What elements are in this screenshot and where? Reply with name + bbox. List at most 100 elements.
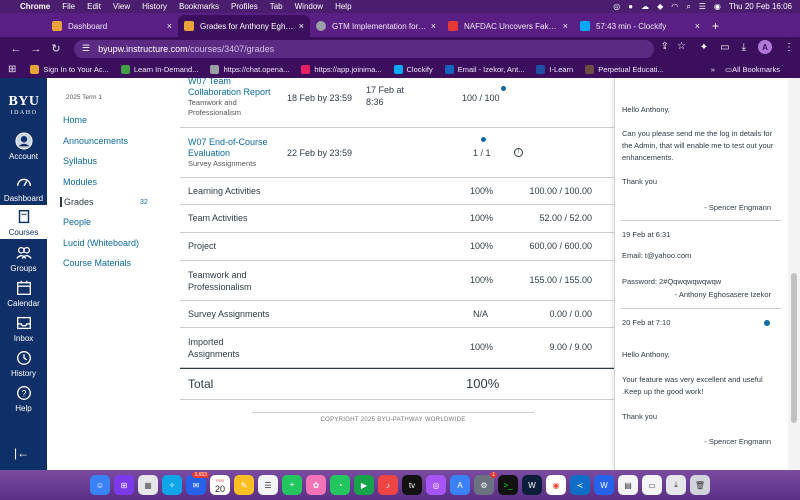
safari-icon[interactable]: ✧ bbox=[162, 475, 182, 495]
tab-clockify[interactable]: 57:43 min - Clockify × bbox=[574, 15, 706, 37]
nav-history[interactable]: History bbox=[0, 349, 47, 378]
close-icon[interactable]: × bbox=[563, 21, 568, 31]
trash-icon[interactable]: 🗑 bbox=[690, 475, 710, 495]
bookmark-i-learn[interactable]: I-Learn bbox=[536, 64, 573, 74]
nav-help[interactable]: ? Help bbox=[0, 384, 47, 413]
maps-icon[interactable]: ⌖ bbox=[282, 475, 302, 495]
menu-bookmarks[interactable]: Bookmarks bbox=[179, 2, 219, 11]
nav-calendar[interactable]: Calendar bbox=[0, 279, 47, 308]
bookmark-email[interactable]: Email - Izekor, Ant... bbox=[444, 64, 524, 74]
downloads-icon[interactable]: ⤓ bbox=[742, 42, 746, 53]
menu-profiles[interactable]: Profiles bbox=[231, 2, 258, 11]
info-icon[interactable]: ! bbox=[514, 148, 523, 157]
bookmark-chat-openai[interactable]: https://chat.opena... bbox=[210, 64, 289, 74]
bookmark-sign-in[interactable]: Sign In to Your Ac... bbox=[30, 64, 109, 74]
profile-avatar[interactable]: A bbox=[758, 40, 772, 54]
copilot-icon[interactable]: ◎ bbox=[613, 2, 620, 11]
course-nav-modules[interactable]: Modules bbox=[63, 177, 97, 187]
wordpress-icon[interactable]: W bbox=[522, 475, 542, 495]
tab-gtm-implementation[interactable]: GTM Implementation for Reso × bbox=[310, 15, 442, 37]
bookmark-star-icon[interactable]: ☆ bbox=[677, 41, 686, 52]
menu-extras-icon[interactable]: ◆ bbox=[657, 2, 663, 11]
notification-icon[interactable]: ● bbox=[628, 2, 633, 11]
bookmark-learn[interactable]: Learn In-Demand... bbox=[120, 64, 198, 74]
nav-account[interactable]: Account bbox=[0, 132, 47, 161]
close-icon[interactable]: × bbox=[299, 21, 304, 31]
unread-comment-indicator[interactable] bbox=[481, 137, 486, 142]
menu-help[interactable]: Help bbox=[335, 2, 351, 11]
preview-icon[interactable]: ▤ bbox=[618, 475, 638, 495]
folder-icon[interactable]: ▭ bbox=[642, 475, 662, 495]
reminders-icon[interactable]: ☰ bbox=[258, 475, 278, 495]
chrome-icon[interactable]: ◉ bbox=[546, 475, 566, 495]
course-nav-grades[interactable]: Grades bbox=[60, 197, 94, 207]
vscode-icon[interactable]: ≺ bbox=[570, 475, 590, 495]
course-nav-home[interactable]: Home bbox=[63, 115, 87, 125]
back-icon[interactable]: ← bbox=[6, 43, 26, 55]
assignment-link[interactable]: W07 End-of-Course Evaluation bbox=[188, 137, 276, 159]
scrollbar-thumb[interactable] bbox=[791, 273, 797, 423]
finder-icon[interactable]: ☺ bbox=[90, 475, 110, 495]
siri-icon[interactable]: ◉ bbox=[714, 2, 721, 11]
menu-history[interactable]: History bbox=[142, 2, 167, 11]
bookmark-joinimagine[interactable]: https://app.joinima... bbox=[301, 64, 382, 74]
course-nav-announcements[interactable]: Announcements bbox=[63, 136, 128, 146]
close-icon[interactable]: × bbox=[695, 21, 700, 31]
nav-dashboard[interactable]: Dashboard bbox=[0, 174, 47, 203]
apple-tv-icon[interactable]: tv bbox=[402, 475, 422, 495]
forward-icon[interactable]: → bbox=[26, 43, 46, 55]
address-bar[interactable]: ☰ byupw.instructure.com/courses/3407/gra… bbox=[74, 39, 654, 58]
reload-icon[interactable]: ↻ bbox=[46, 42, 66, 55]
course-nav-people[interactable]: People bbox=[63, 217, 91, 227]
calendar-app-icon[interactable]: FEB 20 bbox=[210, 475, 230, 495]
launchpad-icon[interactable]: ⊞ bbox=[114, 475, 134, 495]
close-icon[interactable]: × bbox=[431, 21, 436, 31]
tab-dashboard[interactable]: Dashboard × bbox=[46, 15, 178, 37]
word-icon[interactable]: W bbox=[594, 475, 614, 495]
menu-edit[interactable]: Edit bbox=[87, 2, 101, 11]
menu-window[interactable]: Window bbox=[295, 2, 323, 11]
close-icon[interactable]: × bbox=[167, 21, 172, 31]
collapse-nav-icon[interactable]: |← bbox=[14, 446, 29, 460]
extensions-icon[interactable]: ✦ bbox=[700, 42, 708, 53]
course-nav-syllabus[interactable]: Syllabus bbox=[63, 156, 97, 166]
site-info-icon[interactable]: ☰ bbox=[82, 43, 90, 54]
control-center-icon[interactable]: ☰ bbox=[699, 2, 706, 11]
course-nav-lucid[interactable]: Lucid (Whiteboard) bbox=[63, 238, 139, 248]
tab-grades[interactable]: Grades for Anthony Eghosasere × bbox=[178, 15, 310, 37]
unread-comment-indicator[interactable] bbox=[764, 320, 770, 326]
bookmark-perpetual[interactable]: Perpetual Educati... bbox=[585, 64, 664, 74]
system-settings-icon[interactable]: ⚙ 1 bbox=[474, 472, 497, 495]
nav-groups[interactable]: Groups bbox=[0, 244, 47, 273]
byu-idaho-logo[interactable]: BYU IDAHO bbox=[6, 94, 42, 116]
menu-view[interactable]: View bbox=[113, 2, 130, 11]
menubar-clock[interactable]: Thu 20 Feb 16:06 bbox=[729, 2, 792, 11]
podcasts-icon[interactable]: ◎ bbox=[426, 475, 446, 495]
chevron-right-icon[interactable]: » bbox=[711, 65, 715, 74]
photos-icon[interactable]: ✿ bbox=[306, 475, 326, 495]
downloads-folder-icon[interactable]: ⤓ bbox=[666, 475, 686, 495]
nav-inbox[interactable]: Inbox bbox=[0, 314, 47, 343]
page-scrollbar[interactable] bbox=[788, 78, 800, 470]
search-icon[interactable]: ⌕ bbox=[686, 2, 690, 12]
mail-icon[interactable]: ✉ 3,653 bbox=[186, 472, 209, 495]
unread-comment-indicator[interactable] bbox=[501, 86, 506, 91]
all-bookmarks-button[interactable]: ▭ All Bookmarks bbox=[725, 65, 780, 74]
menu-tab[interactable]: Tab bbox=[270, 2, 283, 11]
assignment-link[interactable]: W07 Team Collaboration Report bbox=[188, 78, 276, 98]
facetime-icon[interactable]: ▶ bbox=[354, 475, 374, 495]
messages-icon[interactable]: ◔ bbox=[330, 475, 350, 495]
menu-file[interactable]: File bbox=[62, 2, 75, 11]
nav-courses[interactable]: Courses bbox=[0, 205, 47, 239]
apps-grid-icon[interactable]: ⊞ bbox=[8, 64, 16, 75]
cloud-icon[interactable]: ☁ bbox=[641, 2, 649, 11]
more-menu-icon[interactable]: ⋮ bbox=[784, 42, 794, 53]
course-nav-course-materials[interactable]: Course Materials bbox=[63, 258, 131, 268]
menu-app-name[interactable]: Chrome bbox=[20, 2, 50, 11]
wifi-icon[interactable]: ◠ bbox=[671, 2, 678, 11]
bookmark-clockify[interactable]: Clockify bbox=[393, 64, 433, 74]
app-store-icon[interactable]: A bbox=[450, 475, 470, 495]
tab-groups-icon[interactable]: ▭ bbox=[720, 42, 729, 53]
launchpad-grid-icon[interactable]: ▦ bbox=[138, 475, 158, 495]
install-app-icon[interactable]: ⇪ bbox=[661, 41, 669, 52]
